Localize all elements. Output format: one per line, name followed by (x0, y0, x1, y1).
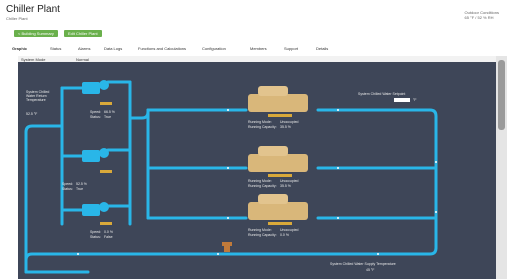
plant-graphic: System Chilled Water Return Temperature … (18, 62, 496, 279)
chiller-2-mode: Unoccupied (280, 179, 299, 183)
building-summary-button[interactable]: < Building Summary (14, 30, 58, 37)
chiller-2-capacity-label: Running Capacity: (248, 184, 277, 188)
pump-3[interactable] (82, 202, 112, 225)
tab-details[interactable]: Details (316, 46, 328, 51)
tab-graphic[interactable]: Graphic (12, 46, 27, 51)
chiller-3[interactable] (248, 194, 308, 225)
chiller-1-outlet (316, 108, 438, 250)
pump-3-status-label: Status: (90, 235, 101, 239)
pump-2-status-label: Status: (62, 187, 73, 191)
pump-1-status: True (104, 115, 112, 119)
pump-1[interactable] (82, 80, 112, 105)
bypass-valve-icon[interactable] (222, 242, 232, 252)
page-title: Chiller Plant (6, 4, 60, 15)
pump-2[interactable] (82, 148, 112, 173)
supply-temp-label: System Chilled Water Supply Temperature (330, 262, 396, 266)
tab-data-logs[interactable]: Data Logs (104, 46, 122, 51)
return-temp-label: System Chilled Water Return Temperature (26, 90, 50, 102)
discharge-link-pipe (128, 108, 150, 120)
return-main-pipe (24, 124, 64, 274)
setpoint-unit: °F (413, 98, 417, 102)
outdoor-conditions: Outdoor Conditions 65 °F / 52 % RH (465, 10, 499, 20)
page-subtitle: Chiller Plant (6, 16, 28, 21)
chiller-1-capacity-label: Running Capacity: (248, 125, 277, 129)
outdoor-value: 65 °F / 52 % RH (464, 15, 494, 20)
supply-main-pipe (24, 246, 438, 262)
scrollbar-thumb[interactable] (498, 60, 505, 130)
pump-3-status: False (104, 235, 113, 239)
chiller-1-mode-label: Running Mode: (248, 120, 272, 124)
pump-2-status: True (76, 187, 84, 191)
chiller-1-mode: Unoccupied (280, 120, 299, 124)
chiller-1[interactable] (248, 86, 308, 117)
piping-diagram (24, 80, 438, 274)
pump-2-speed-label: Speed: (62, 182, 74, 186)
supply-temp-value: 45 °F (366, 268, 375, 272)
chiller-2-capacity: 35.5 % (280, 184, 291, 188)
tab-configuration[interactable]: Configuration (202, 46, 226, 51)
pump-3-speed-label: Speed: (90, 230, 102, 234)
setpoint-input[interactable] (394, 98, 410, 102)
chiller-1-capacity: 35.5 % (280, 125, 291, 129)
chiller-2-mode-label: Running Mode: (248, 179, 272, 183)
vertical-scrollbar[interactable] (496, 56, 507, 279)
tab-status[interactable]: Status (50, 46, 61, 51)
pump-3-speed: 0.0 % (104, 230, 113, 234)
pump-1-speed: 66.5 % (104, 110, 115, 114)
chiller-3-mode: Unoccupied (280, 228, 299, 232)
setpoint-label: System Chilled Water Setpoint (358, 92, 406, 96)
tab-members[interactable]: Members (250, 46, 267, 51)
chiller-2[interactable] (248, 146, 308, 177)
pump-1-speed-label: Speed: (90, 110, 102, 114)
pump-2-speed: 52.5 % (76, 182, 87, 186)
edit-chiller-plant-button[interactable]: Edit Chiller Plant (64, 30, 102, 37)
chiller-3-capacity-label: Running Capacity: (248, 233, 277, 237)
tab-support[interactable]: Support (284, 46, 298, 51)
tab-bar: Graphic Status Alarms Data Logs Function… (6, 46, 501, 53)
tab-alarms[interactable]: Alarms (78, 46, 90, 51)
return-temp-value: 52.5 °F (26, 112, 38, 116)
tab-functions-calculations[interactable]: Functions and Calculations (138, 46, 186, 51)
pump-1-status-label: Status: (90, 115, 101, 119)
chiller-3-mode-label: Running Mode: (248, 228, 272, 232)
chiller-3-capacity: 0.0 % (280, 233, 289, 237)
